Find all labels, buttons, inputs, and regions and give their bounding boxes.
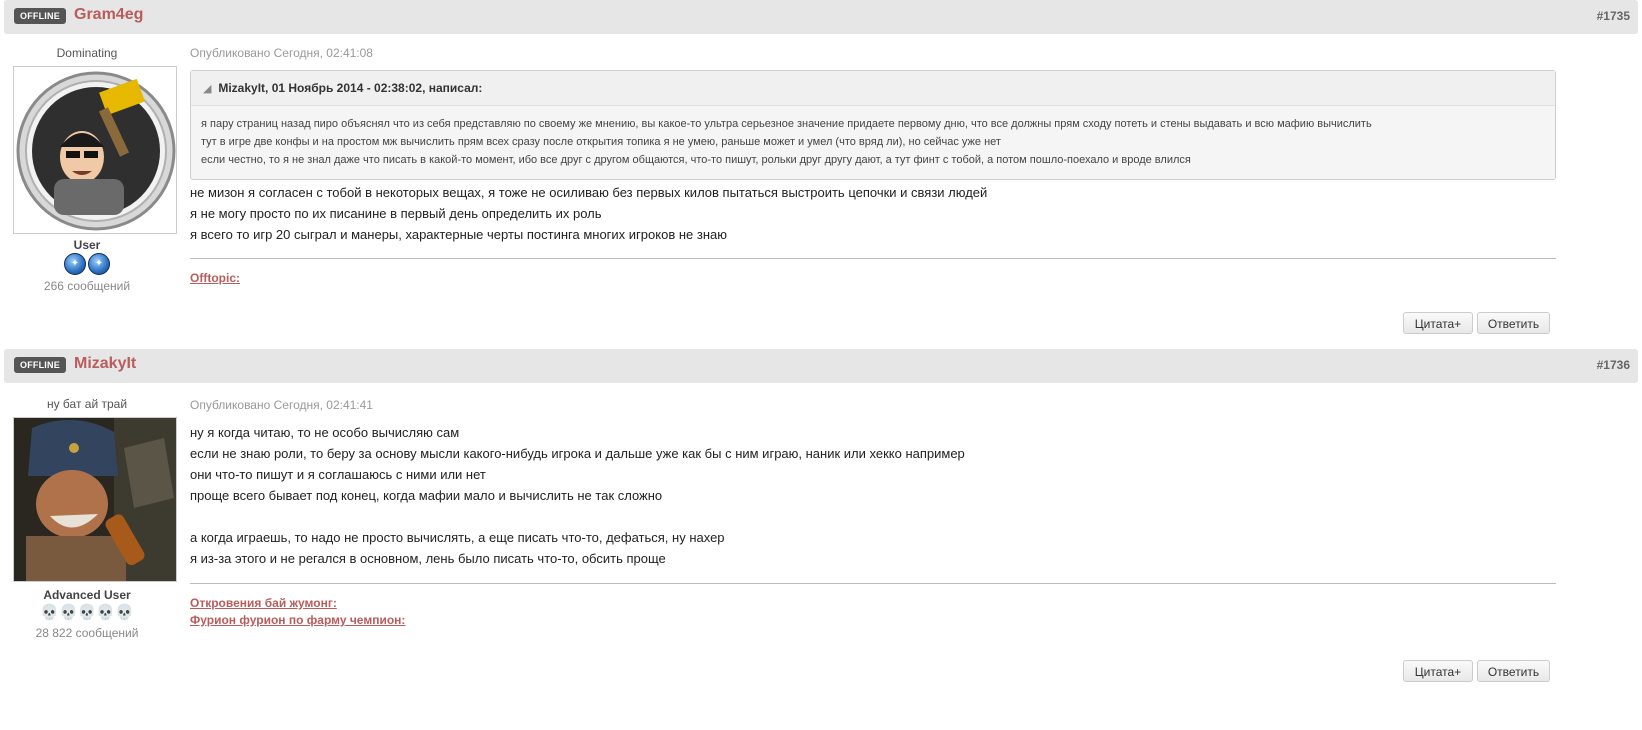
avatar[interactable] [13, 417, 177, 582]
post-count: 28 822 сообщений [35, 626, 139, 640]
username-link[interactable]: Gram4eg [74, 6, 143, 24]
quote-author: MizakyIt, 01 Ноябрь 2014 - 02:38:02, нап… [218, 81, 483, 95]
post-header: OFFLINE MizakyIt #1736 [4, 349, 1638, 383]
post-header: OFFLINE Gram4eg #1735 [4, 0, 1638, 34]
status-badge: OFFLINE [14, 357, 66, 373]
quote-button[interactable]: Цитата+ [1403, 312, 1473, 334]
user-rank: User [73, 238, 101, 252]
signature-spoiler-link[interactable]: Фурион фурион по фарму чемпион: [190, 613, 405, 627]
rank-pips: ✦ ✦ [0, 253, 174, 275]
skull-icon: 💀 [77, 604, 97, 621]
post-line: я из-за этого и не регался в основном, л… [190, 551, 666, 566]
post-line: ну я когда читаю, то не особо вычисляю с… [190, 425, 460, 440]
post-line [190, 506, 965, 527]
post-body: не мизон я согласен с тобой в некоторых … [190, 182, 987, 245]
post-line: проще всего бывает под конец, когда мафи… [190, 488, 663, 503]
post-body: ну я когда читаю, то не особо вычисляю с… [190, 422, 965, 569]
post-line: а когда играешь, то надо не просто вычис… [190, 530, 725, 545]
post-line: я всего то игр 20 сыграл и манеры, харак… [190, 227, 727, 242]
post-number-link[interactable]: #1736 [1597, 358, 1630, 372]
rank-pips: 💀💀💀💀💀 [0, 604, 174, 622]
user-title: Dominating [56, 46, 118, 60]
status-badge: OFFLINE [14, 8, 66, 24]
quote-block: ◢ MizakyIt, 01 Ноябрь 2014 - 02:38:02, н… [190, 70, 1556, 180]
quote-line: если честно, то я не знал даже что писат… [201, 154, 1191, 166]
skull-icon: 💀 [40, 604, 59, 621]
signature-spoiler-link[interactable]: Откровения бай жумонг: [190, 596, 337, 610]
published-date: Опубликовано Сегодня, 02:41:41 [190, 398, 373, 412]
post-number-link[interactable]: #1735 [1597, 9, 1630, 23]
post-line: не мизон я согласен с тобой в некоторых … [190, 185, 988, 200]
blue-orb-icon: ✦ [64, 253, 86, 275]
user-rank: Advanced User [43, 588, 131, 602]
avatar-image [14, 67, 176, 233]
skull-icon: 💀 [96, 604, 116, 621]
skull-icon: 💀 [58, 604, 78, 621]
username-link[interactable]: MizakyIt [74, 355, 136, 373]
quote-button[interactable]: Цитата+ [1403, 660, 1473, 682]
post-line: если не знаю роли, то беру за основу мыс… [190, 446, 965, 461]
reply-button[interactable]: Ответить [1477, 660, 1550, 682]
post-line: они что-то пишут и я соглашаюсь с ними и… [190, 467, 486, 482]
post-line: я не могу просто по их писанине в первый… [190, 206, 602, 221]
avatar-image [14, 418, 176, 581]
quote-header: ◢ MizakyIt, 01 Ноябрь 2014 - 02:38:02, н… [191, 71, 1555, 106]
quote-line: я пару страниц назад пиро объяснял что и… [201, 118, 1372, 130]
quote-line: тут в игре две конфы и на простом мж выч… [201, 136, 1001, 148]
signature-divider [190, 583, 1556, 584]
post-count: 266 сообщений [43, 279, 131, 293]
blue-orb-icon: ✦ [88, 253, 110, 275]
quote-icon: ◢ [203, 83, 212, 95]
avatar[interactable] [13, 66, 177, 234]
reply-button[interactable]: Ответить [1477, 312, 1550, 334]
signature-divider [190, 258, 1556, 259]
quote-body: я пару страниц назад пиро объяснял что и… [191, 106, 1555, 169]
skull-icon: 💀 [115, 604, 134, 621]
signature-spoiler-link[interactable]: Offtopic: [190, 271, 240, 285]
user-title: ну бат ай трай [46, 397, 128, 411]
published-date: Опубликовано Сегодня, 02:41:08 [190, 46, 373, 60]
